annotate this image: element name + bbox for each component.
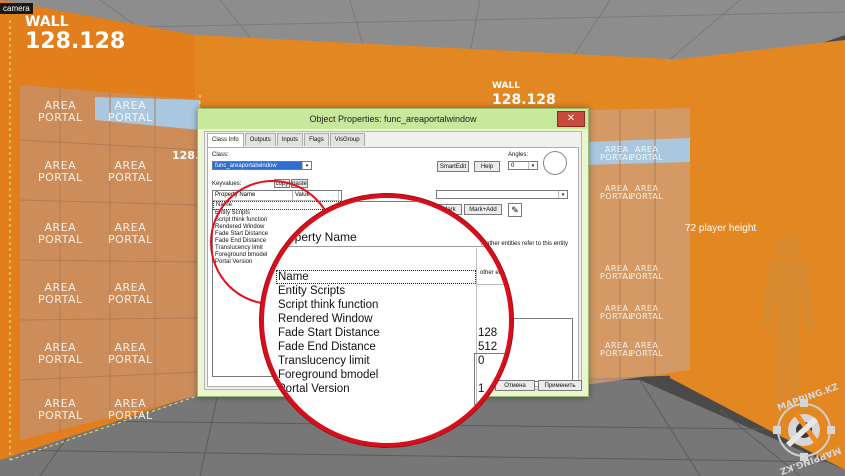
tab-flags[interactable]: Flags xyxy=(304,133,329,146)
tab-outputs[interactable]: Outputs xyxy=(244,133,276,146)
portal-label: AREA PORTAL xyxy=(600,264,634,282)
angles-value: 0 xyxy=(511,163,515,169)
portal-label: AREA PORTAL xyxy=(600,145,634,163)
angles-label: Angles: xyxy=(508,152,529,158)
viewport-label: camera xyxy=(0,3,33,14)
portal-label: AREA PORTAL xyxy=(108,341,153,366)
portal-label: AREA PORTAL xyxy=(600,184,634,202)
comments-box-zoomed xyxy=(474,353,509,405)
portal-label: AREA PORTAL xyxy=(108,99,153,124)
chevron-down-icon: ▾ xyxy=(558,191,567,198)
chevron-down-icon: ▾ xyxy=(302,162,311,169)
magnifier-lens: copy Mark Mark+Add Property Name other e… xyxy=(260,194,513,447)
table-row: Fade End Distance 512 xyxy=(278,341,498,353)
portal-label: AREA PORTAL xyxy=(108,281,153,306)
tab-inputs[interactable]: Inputs xyxy=(276,133,304,146)
wall-title-2: WALL xyxy=(492,81,520,91)
angle-dial[interactable] xyxy=(543,151,567,175)
angles-select[interactable]: 0 ▾ xyxy=(508,161,538,170)
portal-label: AREA PORTAL xyxy=(38,281,83,306)
table-row: Fade Start Distance 128 xyxy=(278,327,498,339)
close-button[interactable]: ✕ xyxy=(557,111,585,127)
portal-label: AREA PORTAL xyxy=(600,304,634,322)
keyvalues-header-zoomed: Property Name xyxy=(272,226,509,247)
portal-label: AREA PORTAL xyxy=(38,221,83,246)
apply-button[interactable]: Применить xyxy=(538,380,582,391)
class-label: Class: xyxy=(212,152,229,158)
magnified-content: copy Mark Mark+Add Property Name other e… xyxy=(264,198,509,443)
portal-label: AREA PORTAL xyxy=(630,184,664,202)
tab-bar: Class Info Outputs Inputs Flags VisGroup xyxy=(207,133,366,148)
eyedropper-icon[interactable]: ✎ xyxy=(508,203,522,217)
wall-title-1: WALL xyxy=(25,14,69,30)
portal-label: AREA PORTAL xyxy=(38,397,83,422)
column-property-name-zoomed: Property Name xyxy=(272,226,482,246)
portal-label: AREA PORTAL xyxy=(108,159,153,184)
portal-label: AREA PORTAL xyxy=(38,99,83,124)
table-row: Script think function xyxy=(278,299,379,311)
dialog-title: Object Properties: func_areaportalwindow xyxy=(198,109,588,129)
keyvalues-label: Keyvalues: xyxy=(212,181,242,187)
portal-label: AREA PORTAL xyxy=(630,145,664,163)
portal-label: AREA PORTAL xyxy=(600,341,634,359)
portal-label: AREA PORTAL xyxy=(38,341,83,366)
class-value: func_areaportalwindow xyxy=(215,163,277,169)
watermark-logo: MAPPING.KZ MAPPING.KZ xyxy=(764,382,844,476)
tab-visgroup[interactable]: VisGroup xyxy=(329,133,365,146)
table-row: Rendered Window xyxy=(278,313,373,325)
wall-value-1: 128.128 xyxy=(25,29,126,54)
portal-label: AREA PORTAL xyxy=(108,397,153,422)
tab-class-info[interactable]: Class Info xyxy=(207,133,244,148)
help-button[interactable]: Help xyxy=(474,161,500,172)
portal-label: AREA PORTAL xyxy=(38,159,83,184)
smartedit-button[interactable]: SmartEdit xyxy=(437,161,469,172)
chevron-down-icon: ▾ xyxy=(528,162,537,169)
portal-label: AREA PORTAL xyxy=(108,221,153,246)
portal-label: AREA PORTAL xyxy=(630,304,664,322)
table-row: Entity Scripts xyxy=(278,285,346,297)
wall-value-2: 128.128 xyxy=(492,92,556,108)
table-row: Name xyxy=(278,271,309,283)
player-height-label: 72 player height xyxy=(685,223,757,234)
portal-label: AREA PORTAL xyxy=(630,341,664,359)
portal-label: AREA PORTAL xyxy=(630,264,664,282)
class-select[interactable]: func_areaportalwindow ▾ xyxy=(212,161,312,170)
